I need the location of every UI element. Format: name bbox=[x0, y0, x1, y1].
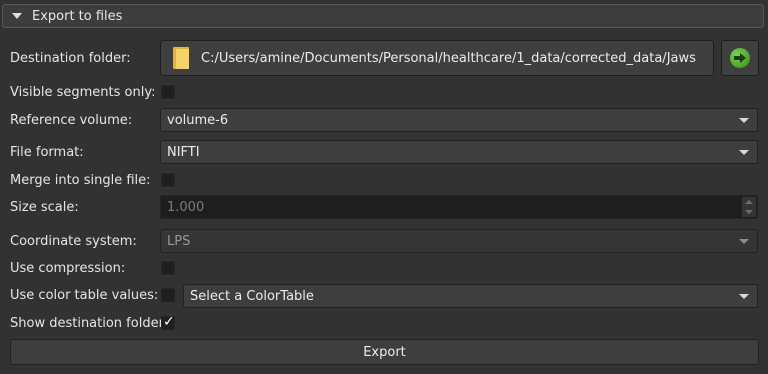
open-folder-button[interactable] bbox=[721, 40, 759, 76]
reference-volume-value: volume-6 bbox=[167, 112, 229, 128]
section-title: Export to files bbox=[32, 8, 123, 24]
merge-single-file-label: Merge into single file: bbox=[10, 173, 151, 188]
use-compression-label: Use compression: bbox=[10, 261, 126, 276]
file-format-select[interactable]: NIFTI bbox=[160, 140, 758, 164]
file-format-label: File format: bbox=[10, 145, 84, 160]
file-format-value: NIFTI bbox=[167, 144, 200, 160]
destination-folder-button[interactable]: C:/Users/amine/Documents/Personal/health… bbox=[160, 40, 714, 76]
reference-volume-select[interactable]: volume-6 bbox=[160, 108, 758, 132]
merge-single-file-checkbox[interactable] bbox=[161, 173, 175, 187]
coordinate-system-label: Coordinate system: bbox=[10, 234, 137, 249]
color-table-value: Select a ColorTable bbox=[190, 288, 314, 304]
checkmark-icon: ✓ bbox=[163, 314, 175, 330]
chevron-down-icon bbox=[739, 118, 749, 123]
chevron-down-icon bbox=[739, 239, 749, 244]
use-color-table-checkbox[interactable] bbox=[161, 288, 175, 302]
spin-down-button[interactable] bbox=[742, 207, 756, 217]
show-destination-folder-checkbox[interactable]: ✓ bbox=[161, 314, 175, 330]
chevron-down-icon bbox=[745, 210, 753, 214]
folder-icon bbox=[173, 47, 189, 69]
coordinate-system-value: LPS bbox=[167, 233, 191, 249]
chevron-down-icon bbox=[739, 294, 749, 299]
use-compression-checkbox[interactable] bbox=[161, 261, 175, 275]
chevron-down-icon bbox=[12, 13, 22, 19]
green-arrow-icon bbox=[730, 48, 750, 68]
coordinate-system-select[interactable]: LPS bbox=[160, 229, 758, 253]
export-button[interactable]: Export bbox=[10, 339, 759, 365]
visible-segments-checkbox[interactable] bbox=[161, 85, 175, 99]
size-scale-spinbox[interactable]: 1.000 bbox=[160, 195, 758, 219]
use-color-table-label: Use color table values: bbox=[10, 288, 159, 303]
destination-folder-path: C:/Users/amine/Documents/Personal/health… bbox=[201, 50, 696, 66]
chevron-down-icon bbox=[739, 150, 749, 155]
destination-folder-label: Destination folder: bbox=[10, 51, 131, 66]
spin-up-button[interactable] bbox=[742, 197, 756, 207]
reference-volume-label: Reference volume: bbox=[10, 113, 133, 128]
visible-segments-label: Visible segments only: bbox=[10, 85, 156, 100]
export-section-header[interactable]: Export to files bbox=[2, 4, 764, 28]
show-destination-folder-label: Show destination folder: bbox=[10, 316, 169, 331]
size-scale-value: 1.000 bbox=[167, 199, 205, 215]
size-scale-label: Size scale: bbox=[10, 200, 79, 215]
chevron-up-icon bbox=[745, 200, 753, 204]
color-table-select[interactable]: Select a ColorTable bbox=[183, 284, 758, 308]
